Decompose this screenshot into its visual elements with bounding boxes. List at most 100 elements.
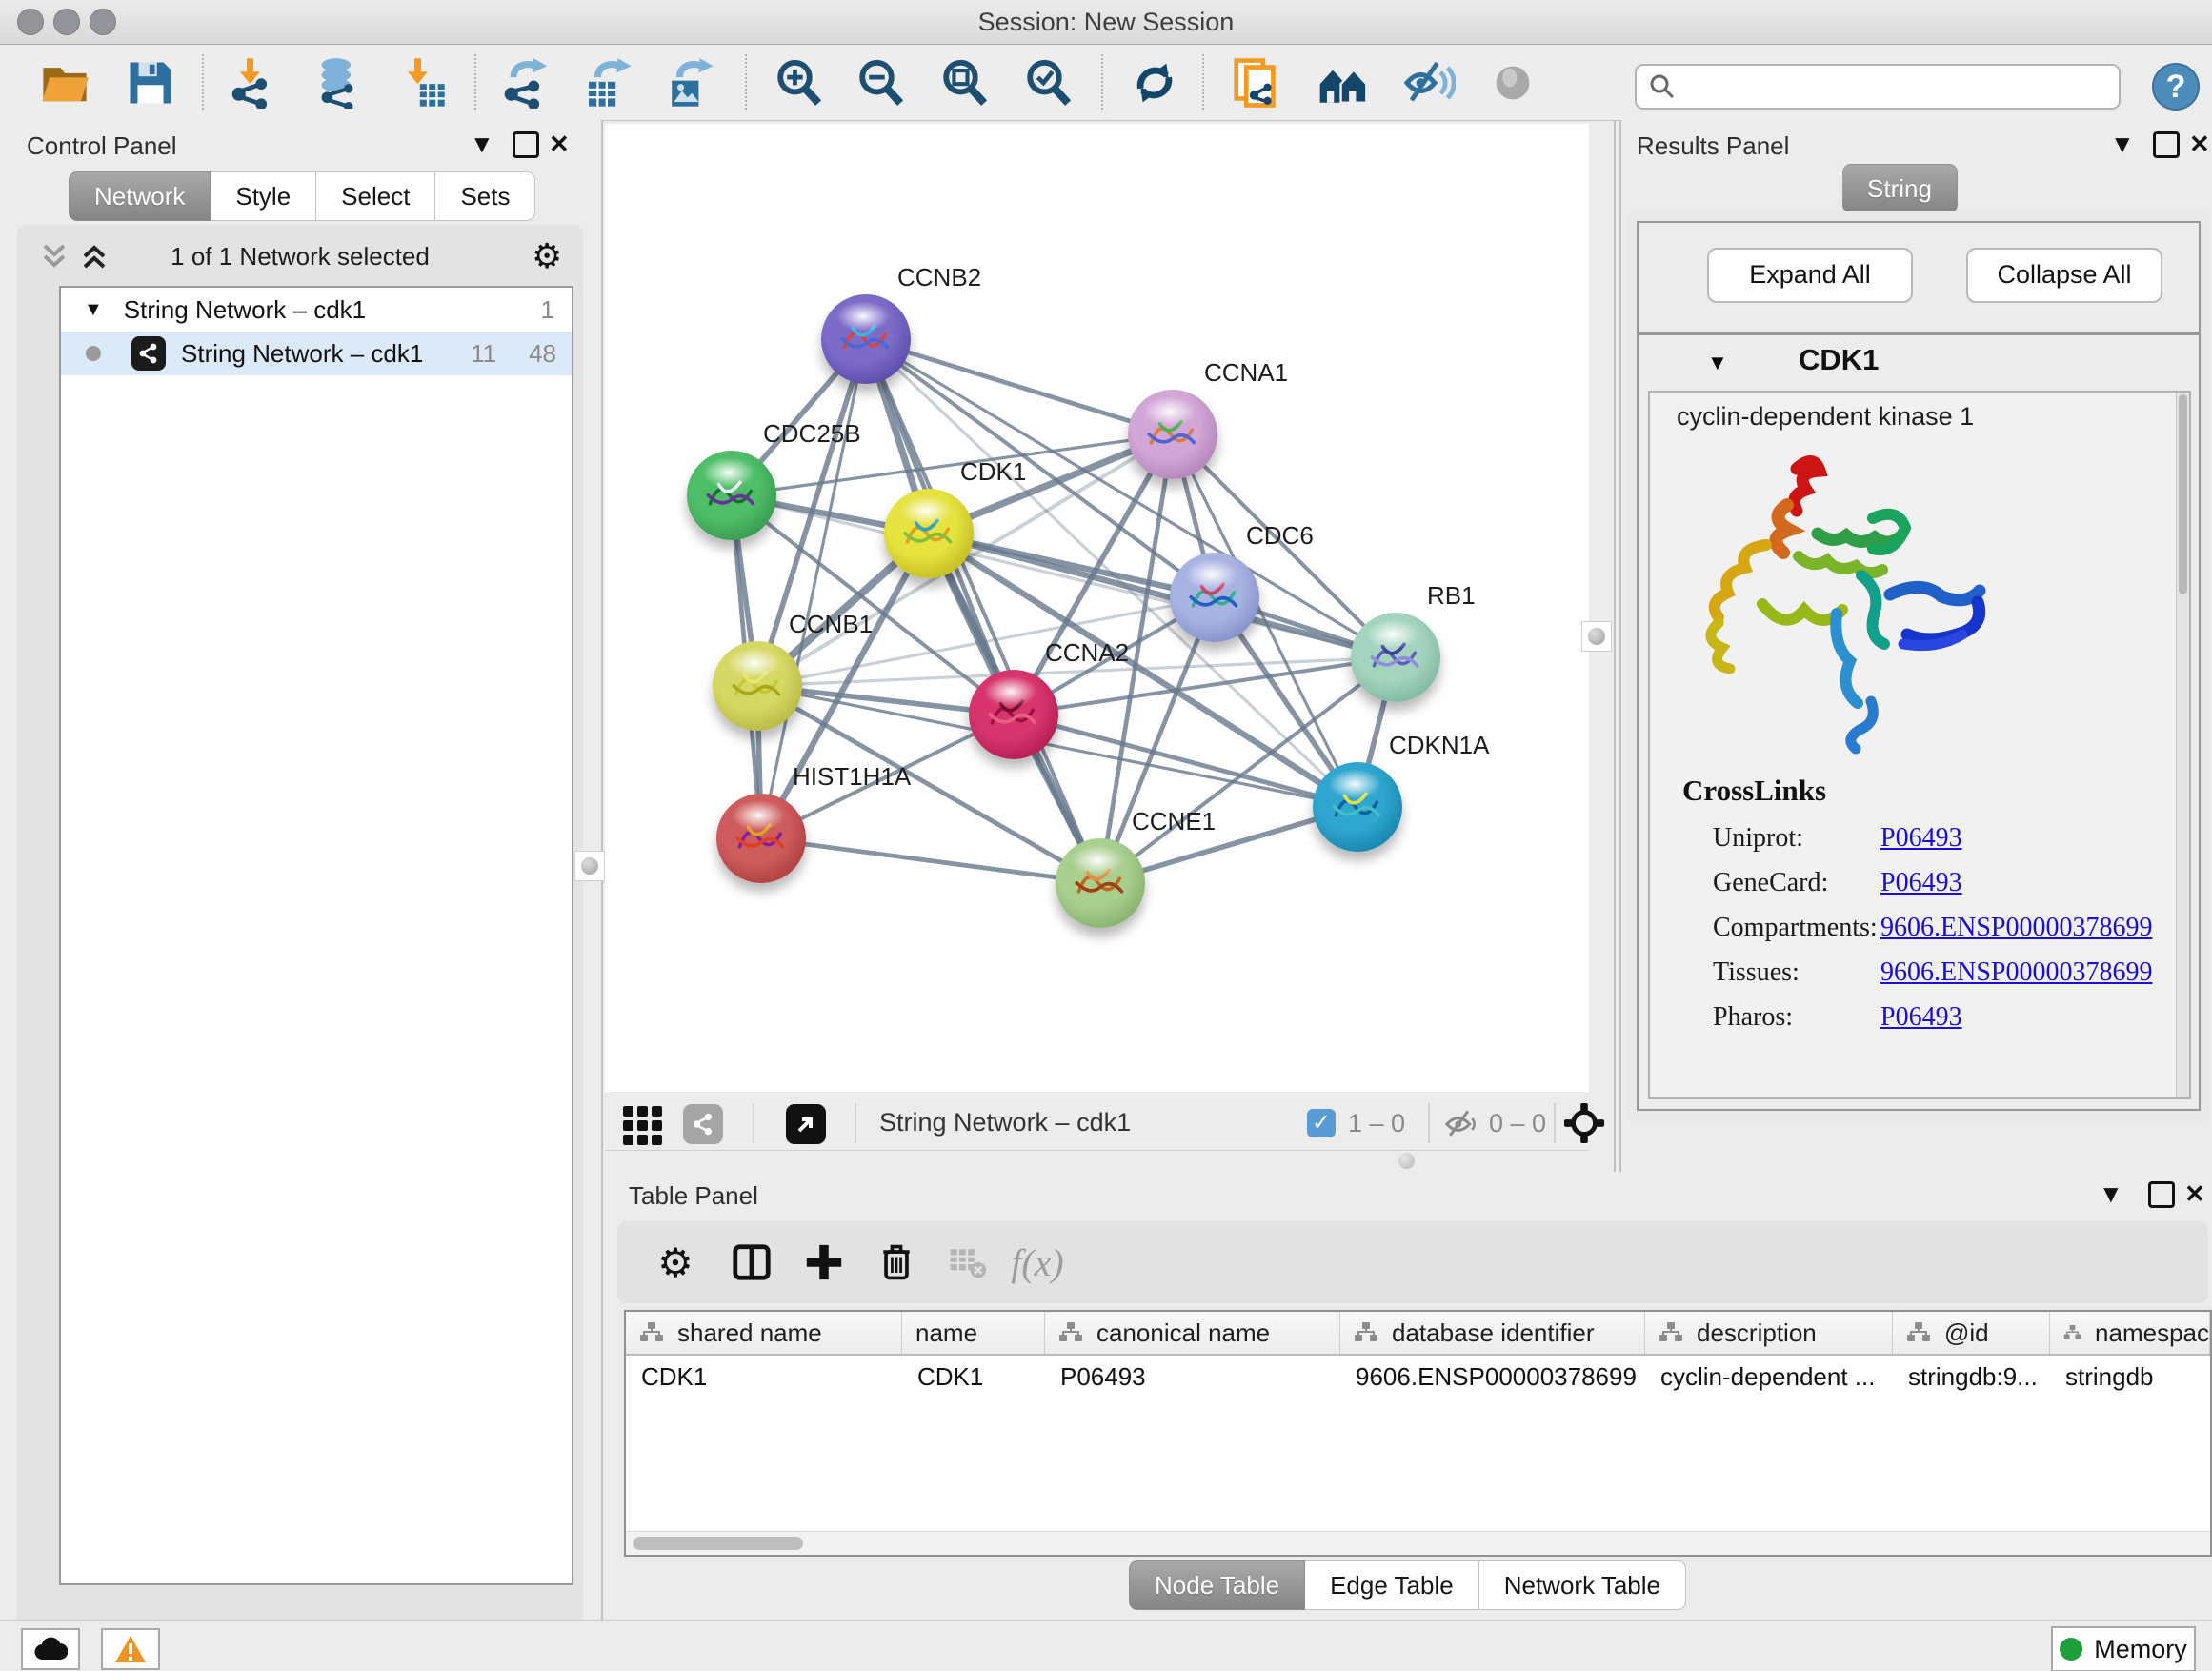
- left-splitter-handle[interactable]: [574, 851, 605, 881]
- control-panel-float-icon[interactable]: ▼: [470, 130, 494, 158]
- detach-view-icon[interactable]: [786, 1104, 826, 1144]
- apply-preferred-layout-icon[interactable]: [1128, 56, 1181, 110]
- hide-selected-icon[interactable]: [1402, 56, 1456, 110]
- network-node-ccna2[interactable]: [969, 670, 1058, 759]
- control-panel-close-icon[interactable]: ✕: [549, 130, 570, 158]
- network-options-gear-icon[interactable]: ⚙: [532, 236, 562, 276]
- collection-expand-arrow-icon[interactable]: ▼: [84, 299, 103, 321]
- control-panel-maximize-icon[interactable]: [513, 131, 539, 158]
- network-edge[interactable]: [761, 838, 1100, 883]
- show-columns-icon[interactable]: [724, 1235, 779, 1290]
- table-panel-maximize-icon[interactable]: [2148, 1181, 2175, 1208]
- crosslink-value-link[interactable]: P06493: [1880, 823, 1962, 854]
- network-edge[interactable]: [866, 339, 1100, 883]
- network-node-ccne1[interactable]: [1056, 838, 1145, 928]
- right-splitter-handle[interactable]: [1581, 621, 1612, 652]
- column-header-shared-name[interactable]: shared name: [626, 1312, 902, 1354]
- delete-column-trash-icon[interactable]: [869, 1235, 924, 1290]
- table-options-gear-icon[interactable]: ⚙: [648, 1235, 703, 1290]
- table-panel-close-icon[interactable]: ✕: [2184, 1179, 2205, 1208]
- network-node-hist1h1a[interactable]: [716, 794, 806, 883]
- tab-node-table[interactable]: Node Table: [1129, 1560, 1305, 1610]
- column-header-namespac[interactable]: namespac: [2050, 1312, 2210, 1354]
- tab-sets[interactable]: Sets: [435, 171, 535, 221]
- crosslink-value-link[interactable]: P06493: [1880, 1002, 1962, 1033]
- table-cell[interactable]: stringdb:9...: [1893, 1356, 2050, 1398]
- crosslink-value-link[interactable]: 9606.ENSP00000378699: [1880, 957, 2152, 988]
- network-canvas[interactable]: CCNB2CCNA1CDC25BCDK1CDC6RB1CCNB1CCNA2CDK…: [605, 124, 1589, 1092]
- results-panel-close-icon[interactable]: ✕: [2189, 130, 2210, 158]
- expand-all-button[interactable]: Expand All: [1707, 248, 1913, 303]
- node-table[interactable]: shared namenamecanonical namedatabase id…: [624, 1310, 2212, 1557]
- network-node-cdkn1a[interactable]: [1313, 762, 1402, 852]
- zoom-selected-icon[interactable]: [1021, 56, 1075, 110]
- network-node-cdk1[interactable]: [884, 489, 974, 578]
- table-row[interactable]: CDK1CDK1P064939606.ENSP00000378699cyclin…: [626, 1356, 2210, 1398]
- table-cell[interactable]: CDK1: [626, 1356, 902, 1398]
- table-horizontal-scrollbar[interactable]: [626, 1531, 2210, 1555]
- birds-eye-crosshair-icon[interactable]: [1563, 1102, 1605, 1144]
- table-cell[interactable]: 9606.ENSP00000378699: [1340, 1356, 1645, 1398]
- network-node-ccna1[interactable]: [1128, 390, 1217, 479]
- export-network-icon[interactable]: [499, 56, 553, 110]
- show-hidden-icon[interactable]: [1486, 56, 1539, 110]
- network-node-ccnb1[interactable]: [713, 641, 802, 731]
- results-panel-maximize-icon[interactable]: [2153, 131, 2180, 158]
- search-input[interactable]: [1684, 70, 2119, 104]
- column-header-canonical-name[interactable]: canonical name: [1045, 1312, 1340, 1354]
- hidden-count-eye-icon[interactable]: [1443, 1108, 1481, 1140]
- warning-status-icon[interactable]: [101, 1628, 160, 1670]
- crosslink-value-link[interactable]: P06493: [1880, 868, 1962, 898]
- results-panel-float-icon[interactable]: ▼: [2110, 130, 2135, 158]
- window-titlebar: Session: New Session: [0, 0, 2212, 45]
- protein-details-scrollbar[interactable]: [2176, 393, 2189, 1097]
- table-cell[interactable]: stringdb: [2050, 1356, 2210, 1398]
- tab-select[interactable]: Select: [316, 171, 435, 221]
- network-row-selected[interactable]: String Network – cdk1 11 48: [61, 332, 572, 375]
- first-neighbors-icon[interactable]: [1317, 56, 1370, 110]
- zoom-in-icon[interactable]: [772, 56, 825, 110]
- save-session-icon[interactable]: [124, 56, 177, 110]
- tab-edge-table[interactable]: Edge Table: [1305, 1560, 1479, 1610]
- protein-collapse-arrow-icon[interactable]: ▼: [1707, 351, 1728, 375]
- results-panel-title: Results Panel: [1637, 131, 1789, 161]
- column-header-name[interactable]: name: [902, 1312, 1045, 1354]
- help-icon[interactable]: ?: [2152, 63, 2200, 111]
- export-image-icon[interactable]: [663, 56, 716, 110]
- table-cell[interactable]: P06493: [1045, 1356, 1340, 1398]
- column-header-description[interactable]: description: [1645, 1312, 1893, 1354]
- memory-button[interactable]: Memory: [2051, 1626, 2196, 1671]
- zoom-fit-icon[interactable]: [937, 56, 991, 110]
- import-network-from-file-icon[interactable]: [227, 56, 280, 110]
- column-header-@id[interactable]: @id: [1893, 1312, 2050, 1354]
- cloud-status-icon[interactable]: [21, 1628, 80, 1670]
- add-column-icon[interactable]: [796, 1235, 852, 1290]
- import-table-from-file-icon[interactable]: [394, 56, 448, 110]
- network-node-cdc25b[interactable]: [687, 451, 776, 540]
- tab-network[interactable]: Network: [69, 171, 211, 221]
- horizontal-splitter-handle[interactable]: [1398, 1153, 1415, 1169]
- network-share-view-icon[interactable]: [683, 1104, 723, 1144]
- network-node-rb1[interactable]: [1351, 613, 1440, 702]
- table-cell[interactable]: cyclin-dependent ...: [1645, 1356, 1893, 1398]
- thumbnail-grid-icon[interactable]: [621, 1102, 665, 1146]
- column-header-database-identifier[interactable]: database identifier: [1340, 1312, 1645, 1354]
- open-session-icon[interactable]: [38, 56, 91, 110]
- crosslink-value-link[interactable]: 9606.ENSP00000378699: [1880, 913, 2152, 943]
- network-node-cdc6[interactable]: [1170, 553, 1259, 642]
- export-table-icon[interactable]: [581, 56, 634, 110]
- table-panel-float-icon[interactable]: ▼: [2099, 1179, 2123, 1208]
- network-edge[interactable]: [866, 339, 1173, 434]
- table-cell[interactable]: CDK1: [902, 1356, 1045, 1398]
- tab-style[interactable]: Style: [211, 171, 316, 221]
- network-node-ccnb2[interactable]: [821, 294, 911, 384]
- collapse-all-button[interactable]: Collapse All: [1966, 248, 2162, 303]
- import-network-from-database-icon[interactable]: [311, 56, 364, 110]
- network-collection-row[interactable]: ▼ String Network – cdk1 1: [61, 288, 572, 332]
- tab-network-table[interactable]: Network Table: [1479, 1560, 1686, 1610]
- zoom-out-icon[interactable]: [854, 56, 907, 110]
- selected-count-checkbox-icon[interactable]: ✓: [1307, 1109, 1336, 1137]
- tab-string[interactable]: String: [1842, 164, 1958, 213]
- new-network-from-selection-icon[interactable]: [1231, 56, 1284, 110]
- search-box[interactable]: [1635, 64, 2121, 110]
